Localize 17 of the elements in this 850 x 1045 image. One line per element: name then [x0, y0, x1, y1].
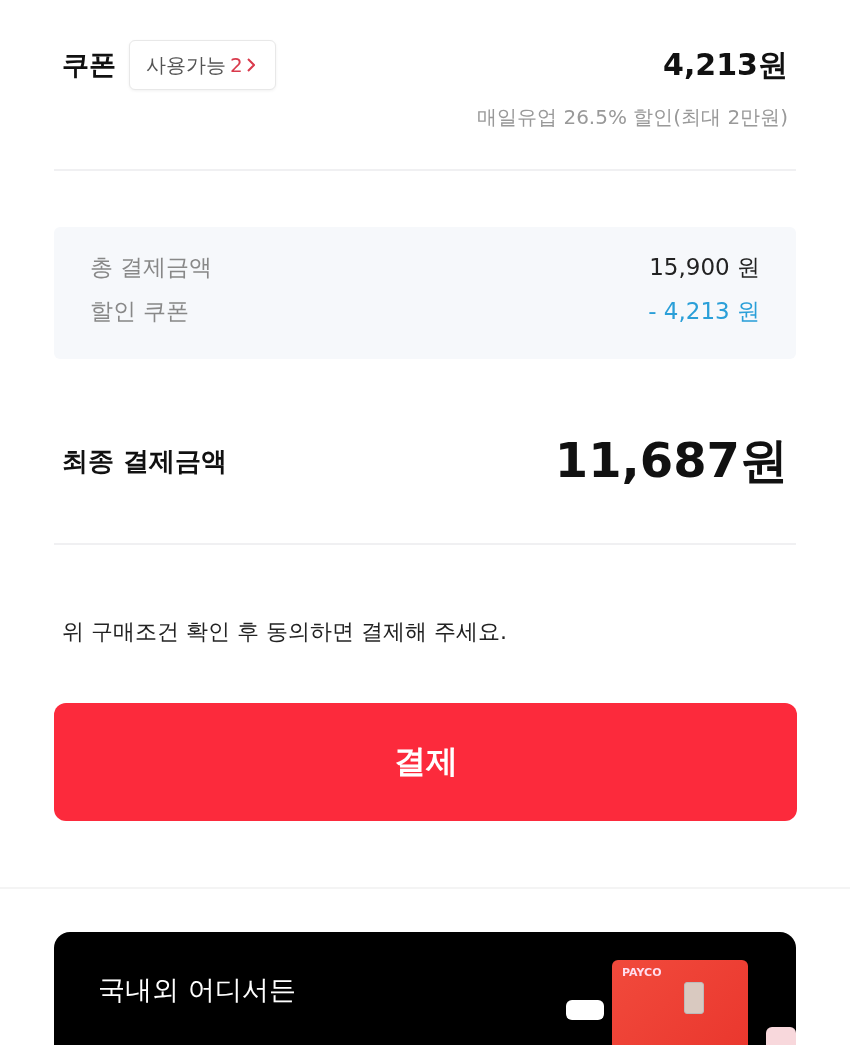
promo-banner[interactable]: 국내외 어디서든 PAYCO	[54, 932, 796, 1045]
available-coupons-button[interactable]: 사용가능 2	[129, 40, 276, 90]
coupon-note: 매일유업 26.5% 할인(최대 2만원)	[476, 104, 788, 131]
summary-label: 총 결제금액	[90, 253, 213, 282]
final-total-label: 최종 결제금액	[62, 444, 228, 478]
final-total-amount: 11,687원	[554, 431, 788, 490]
pay-button[interactable]: 결제	[54, 703, 797, 821]
card-brand-text: PAYCO	[622, 966, 662, 979]
summary-label: 할인 쿠폰	[90, 297, 190, 326]
summary-value: - 4,213 원	[648, 297, 760, 326]
summary-value: 15,900 원	[649, 253, 760, 282]
coupon-label: 쿠폰	[62, 48, 116, 82]
card-chip-icon	[684, 982, 704, 1014]
purchase-notice: 위 구매조건 확인 후 동의하면 결제해 주세요.	[62, 618, 508, 646]
coupon-amount: 4,213원	[663, 45, 788, 84]
chevron-right-icon	[246, 58, 255, 72]
banner-headline: 국내외 어디서든	[98, 973, 296, 1007]
